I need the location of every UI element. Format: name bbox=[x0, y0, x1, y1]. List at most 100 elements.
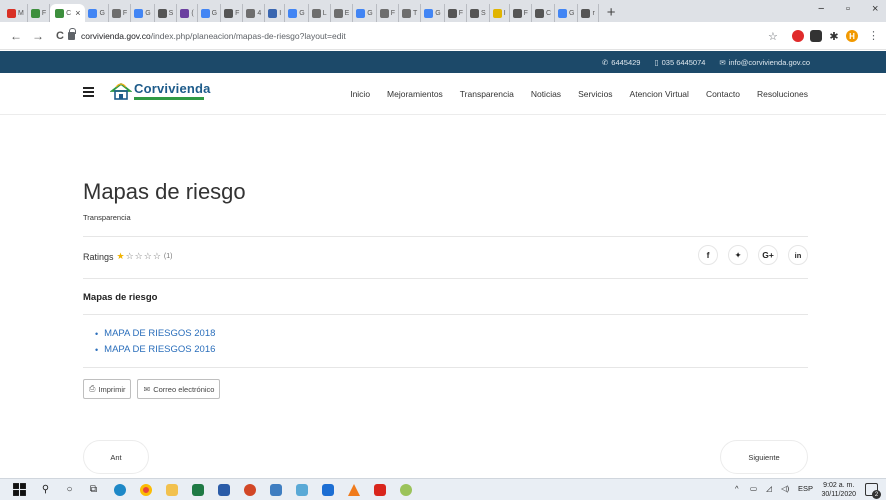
browser-tab[interactable]: G bbox=[353, 4, 377, 22]
nav-item-servicios[interactable]: Servicios bbox=[578, 89, 612, 99]
tray-chevron-icon[interactable]: ^ bbox=[735, 484, 739, 493]
tab-title: ( bbox=[191, 9, 194, 17]
app-icon[interactable] bbox=[400, 484, 412, 496]
back-button[interactable]: ← bbox=[8, 29, 24, 43]
browser-tab[interactable]: C × bbox=[50, 4, 86, 22]
facebook-share-button[interactable]: f bbox=[698, 245, 718, 265]
star-empty-icon[interactable]: ☆ bbox=[153, 251, 162, 261]
vlc-icon[interactable] bbox=[348, 484, 360, 496]
battery-icon[interactable]: ▭ bbox=[750, 484, 757, 493]
nav-item-noticias[interactable]: Noticias bbox=[531, 89, 561, 99]
app-icon[interactable] bbox=[322, 484, 334, 496]
notification-center-icon[interactable]: 2 bbox=[865, 483, 881, 499]
twitter-share-button[interactable]: ✦ bbox=[728, 245, 748, 265]
nav-item-mejoramientos[interactable]: Mejoramientos bbox=[387, 89, 443, 99]
browser-tab[interactable]: I bbox=[265, 4, 286, 22]
search-icon[interactable]: ⚲ bbox=[38, 482, 53, 497]
task-view-icon[interactable]: ⧉ bbox=[86, 482, 101, 497]
phone-icon: ✆ bbox=[601, 57, 609, 67]
browser-tab[interactable]: ( bbox=[177, 4, 198, 22]
puzzle-extension-icon[interactable]: ✱ bbox=[828, 30, 840, 43]
browser-tab[interactable]: S bbox=[467, 4, 490, 22]
forward-button[interactable]: → bbox=[30, 29, 46, 43]
profile-avatar[interactable]: H bbox=[846, 30, 858, 42]
browser-tab[interactable]: G bbox=[421, 4, 445, 22]
next-article-button[interactable]: Siguiente bbox=[720, 440, 808, 474]
prev-article-button[interactable]: Ant bbox=[83, 440, 149, 474]
nav-item-transparencia[interactable]: Transparencia bbox=[460, 89, 514, 99]
star-empty-icon[interactable]: ☆ bbox=[144, 251, 153, 261]
article-category[interactable]: Transparencia bbox=[83, 213, 131, 222]
close-window-button[interactable]: × bbox=[872, 3, 878, 15]
new-tab-button[interactable]: + bbox=[607, 4, 616, 21]
network-icon[interactable]: ◿ bbox=[766, 484, 772, 493]
bookmark-star-icon[interactable]: ☆ bbox=[768, 30, 778, 43]
excel-icon[interactable] bbox=[192, 484, 204, 496]
browser-tab[interactable]: F bbox=[221, 4, 244, 22]
mobile-contact[interactable]: ▯ 035 6445074 bbox=[654, 58, 705, 67]
browser-tab[interactable]: C bbox=[532, 4, 555, 22]
browser-tab[interactable]: G bbox=[198, 4, 222, 22]
tab-title: G bbox=[435, 9, 441, 17]
browser-tab[interactable]: r bbox=[578, 4, 599, 22]
language-indicator[interactable]: ESP bbox=[798, 484, 813, 493]
envelope-icon: ✉ bbox=[719, 57, 726, 67]
browser-tab[interactable]: T bbox=[399, 4, 422, 22]
browser-tab[interactable]: L bbox=[309, 4, 331, 22]
close-tab-icon[interactable]: × bbox=[75, 8, 80, 18]
chrome-icon[interactable] bbox=[140, 484, 152, 496]
app-icon[interactable] bbox=[270, 484, 282, 496]
browser-tab[interactable]: F bbox=[109, 4, 132, 22]
star-empty-icon[interactable]: ☆ bbox=[126, 251, 135, 261]
pdf-extension-icon[interactable] bbox=[810, 30, 822, 42]
site-logo[interactable]: Corvivienda bbox=[110, 81, 211, 100]
browser-tab[interactable]: G bbox=[131, 4, 155, 22]
restore-button[interactable]: ▫ bbox=[846, 3, 850, 15]
nav-item-atencion-virtual[interactable]: Atencion Virtual bbox=[630, 89, 689, 99]
powerpoint-icon[interactable] bbox=[244, 484, 256, 496]
document-link[interactable]: MAPA DE RIESGOS 2016 bbox=[95, 344, 215, 355]
paint-icon[interactable] bbox=[296, 484, 308, 496]
file-explorer-icon[interactable] bbox=[166, 484, 178, 496]
browser-tab[interactable]: F bbox=[445, 4, 468, 22]
star-empty-icon[interactable]: ☆ bbox=[135, 251, 144, 261]
browser-tab[interactable]: M bbox=[4, 4, 28, 22]
browser-tab[interactable]: G bbox=[85, 4, 109, 22]
word-icon[interactable] bbox=[218, 484, 230, 496]
linkedin-share-button[interactable]: in bbox=[788, 245, 808, 265]
email-button[interactable]: ✉ Correo electrónico bbox=[137, 379, 221, 399]
edge-icon[interactable] bbox=[114, 484, 126, 496]
browser-tab[interactable]: G bbox=[555, 4, 579, 22]
acrobat-icon[interactable] bbox=[374, 484, 386, 496]
nav-item-resoluciones[interactable]: Resoluciones bbox=[757, 89, 808, 99]
cortana-icon[interactable]: ○ bbox=[62, 482, 77, 497]
minimize-button[interactable]: − bbox=[818, 3, 824, 15]
hamburger-menu-icon[interactable] bbox=[83, 87, 94, 97]
print-button[interactable]: ⎙ Imprimir bbox=[83, 379, 132, 399]
browser-tab[interactable]: F bbox=[510, 4, 532, 22]
opera-extension-icon[interactable] bbox=[792, 30, 804, 42]
browser-tab[interactable]: F bbox=[28, 4, 51, 22]
system-clock[interactable]: 9:02 a. m. 30/11/2020 bbox=[821, 481, 856, 499]
nav-item-contacto[interactable]: Contacto bbox=[706, 89, 740, 99]
email-contact[interactable]: ✉ info@corvivienda.gov.co bbox=[719, 58, 810, 67]
rating-stars[interactable]: ★☆☆☆☆ bbox=[117, 251, 162, 262]
browser-tab[interactable]: I bbox=[490, 4, 510, 22]
browser-tab[interactable]: F bbox=[377, 4, 400, 22]
browser-tab[interactable]: G bbox=[285, 4, 309, 22]
star-filled-icon[interactable]: ★ bbox=[117, 251, 126, 261]
browser-tab[interactable]: S bbox=[155, 4, 178, 22]
reload-button[interactable]: C bbox=[52, 30, 68, 42]
phone-contact[interactable]: ✆ 6445429 bbox=[602, 58, 641, 67]
browser-tab[interactable]: 4 bbox=[243, 4, 266, 22]
browser-menu-icon[interactable]: ⋮ bbox=[868, 29, 879, 42]
nav-item-inicio[interactable]: Inicio bbox=[350, 89, 370, 99]
googleplus-share-button[interactable]: G+ bbox=[758, 245, 778, 265]
address-bar[interactable]: corvivienda.gov.co/index.php/planeacion/… bbox=[68, 27, 804, 45]
volume-icon[interactable]: ◁) bbox=[781, 484, 789, 493]
document-link[interactable]: MAPA DE RIESGOS 2018 bbox=[95, 328, 215, 339]
browser-tab[interactable]: E bbox=[331, 4, 354, 22]
windows-start-icon[interactable] bbox=[12, 482, 27, 497]
tab-title: G bbox=[367, 9, 373, 17]
printer-icon: ⎙ bbox=[89, 384, 96, 393]
